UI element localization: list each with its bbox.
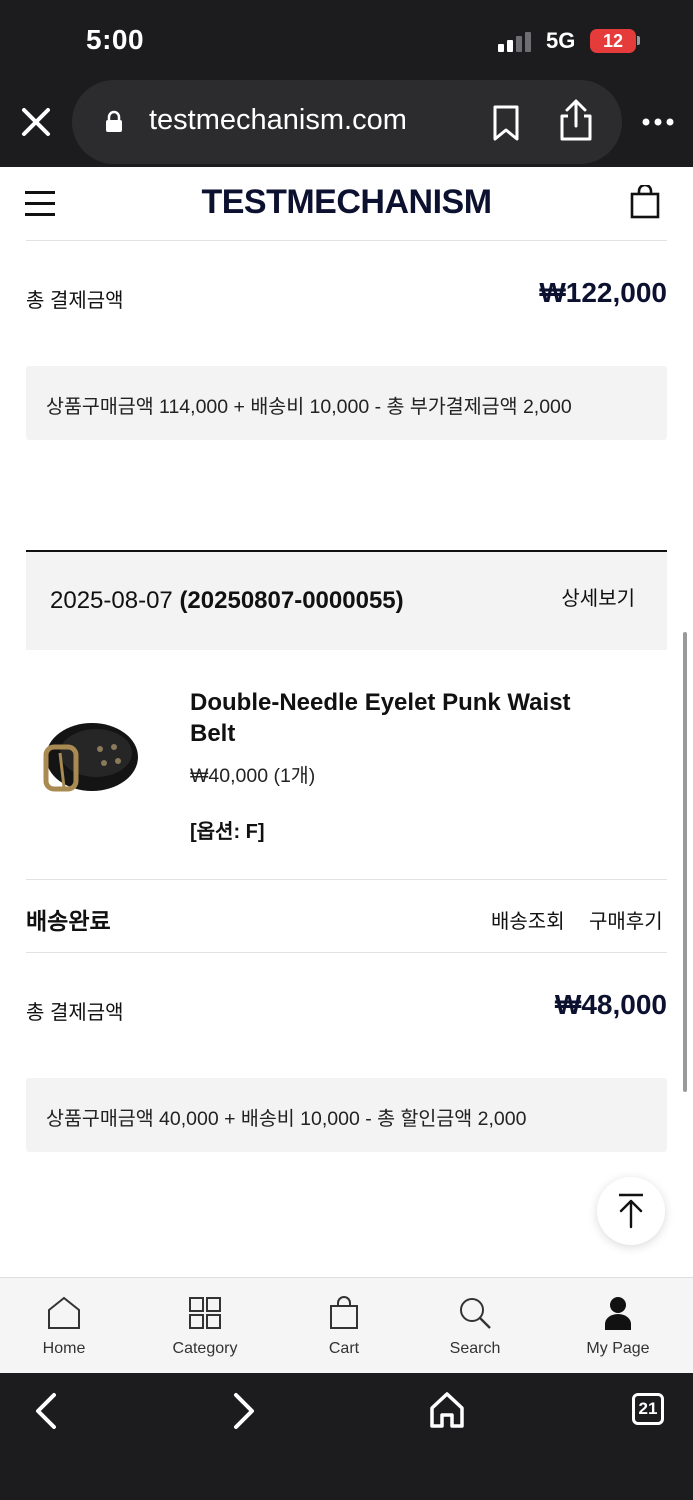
- status-bar: 5:00 5G 12: [0, 0, 693, 80]
- order-total-label: 총 결제금액: [26, 1002, 124, 1024]
- write-review-link[interactable]: 구매후기: [589, 905, 663, 934]
- divider: [26, 952, 667, 953]
- tab-label: Cart: [328, 1340, 360, 1357]
- tab-label: Category: [172, 1340, 238, 1357]
- network-label: 5G: [546, 28, 576, 53]
- tabs-button[interactable]: 21: [632, 1393, 664, 1425]
- order-payment-summary: 상품구매금액 40,000 + 배송비 10,000 - 총 할인금액 2,00…: [26, 1078, 667, 1152]
- tab-home[interactable]: Home: [9, 1278, 119, 1374]
- grid-icon: [189, 1297, 221, 1329]
- bottom-tab-bar: Home Category Cart Search My Page: [0, 1277, 693, 1373]
- payment-summary-text: 상품구매금액 114,000 + 배송비 10,000 - 총 부가결제금액 2…: [46, 396, 572, 418]
- order-number: (20250807-0000055): [179, 587, 404, 614]
- order-date: 2025-08-07 (20250807-0000055): [50, 587, 404, 615]
- track-shipping-link[interactable]: 배송조회: [491, 905, 565, 934]
- shopping-bag-icon[interactable]: [630, 185, 660, 219]
- lock-icon: [106, 110, 122, 132]
- order-detail-link[interactable]: 상세보기: [561, 582, 635, 611]
- scroll-to-top-button[interactable]: [597, 1177, 665, 1245]
- battery-level: 12: [590, 29, 636, 53]
- bag-icon: [330, 1296, 358, 1329]
- tab-label: Search: [449, 1340, 501, 1357]
- order-date-value: 2025-08-07: [50, 587, 173, 614]
- arrow-up-icon: [619, 1193, 643, 1229]
- order-total-amount: ₩48,000: [554, 989, 667, 1020]
- product-price: ₩40,000 (1개): [190, 765, 316, 787]
- tab-cart[interactable]: Cart: [289, 1278, 399, 1374]
- browser-toolbar: 21: [0, 1373, 693, 1500]
- product-name[interactable]: Double-Needle Eyelet Punk Waist Belt: [190, 687, 620, 749]
- total-amount: ₩122,000: [539, 277, 667, 308]
- more-icon[interactable]: [640, 110, 676, 134]
- order-payment-summary-text: 상품구매금액 40,000 + 배송비 10,000 - 총 할인금액 2,00…: [46, 1108, 527, 1130]
- total-label: 총 결제금액: [26, 290, 124, 312]
- url-text: testmechanism.com: [149, 104, 407, 136]
- web-page: TESTMECHANISM 총 결제금액 ₩122,000 상품구매금액 114…: [0, 167, 693, 1277]
- site-logo[interactable]: TESTMECHANISM: [0, 183, 693, 222]
- close-icon: [22, 108, 50, 136]
- site-header: TESTMECHANISM: [0, 167, 693, 241]
- tab-search[interactable]: Search: [420, 1278, 530, 1374]
- tab-category[interactable]: Category: [150, 1278, 260, 1374]
- home-browser-icon[interactable]: [429, 1391, 465, 1429]
- bookmark-icon[interactable]: [490, 104, 522, 142]
- product-option: [옵션: F]: [190, 821, 265, 843]
- payment-summary: 상품구매금액 114,000 + 배송비 10,000 - 총 부가결제금액 2…: [26, 366, 667, 440]
- back-icon[interactable]: [30, 1391, 60, 1431]
- order-header: 2025-08-07 (20250807-0000055) 상세보기: [26, 552, 667, 650]
- home-icon: [48, 1296, 80, 1329]
- status-time: 5:00: [86, 24, 145, 55]
- tab-label: My Page: [586, 1340, 650, 1357]
- browser-address-bar: testmechanism.com: [0, 80, 693, 168]
- close-button[interactable]: [16, 102, 56, 142]
- divider: [26, 240, 667, 241]
- product-image[interactable]: [42, 707, 142, 799]
- search-icon: [460, 1298, 491, 1329]
- person-icon: [605, 1297, 631, 1330]
- url-field[interactable]: testmechanism.com: [72, 80, 622, 164]
- divider: [26, 879, 667, 880]
- share-icon[interactable]: [556, 98, 596, 142]
- tab-my-page[interactable]: My Page: [563, 1278, 673, 1374]
- scrollbar[interactable]: [683, 632, 687, 1092]
- shipping-status: 배송완료: [26, 908, 111, 934]
- signal-icon: [498, 32, 536, 52]
- forward-icon[interactable]: [230, 1391, 260, 1431]
- tab-label: Home: [42, 1340, 86, 1357]
- battery-icon: [637, 36, 640, 45]
